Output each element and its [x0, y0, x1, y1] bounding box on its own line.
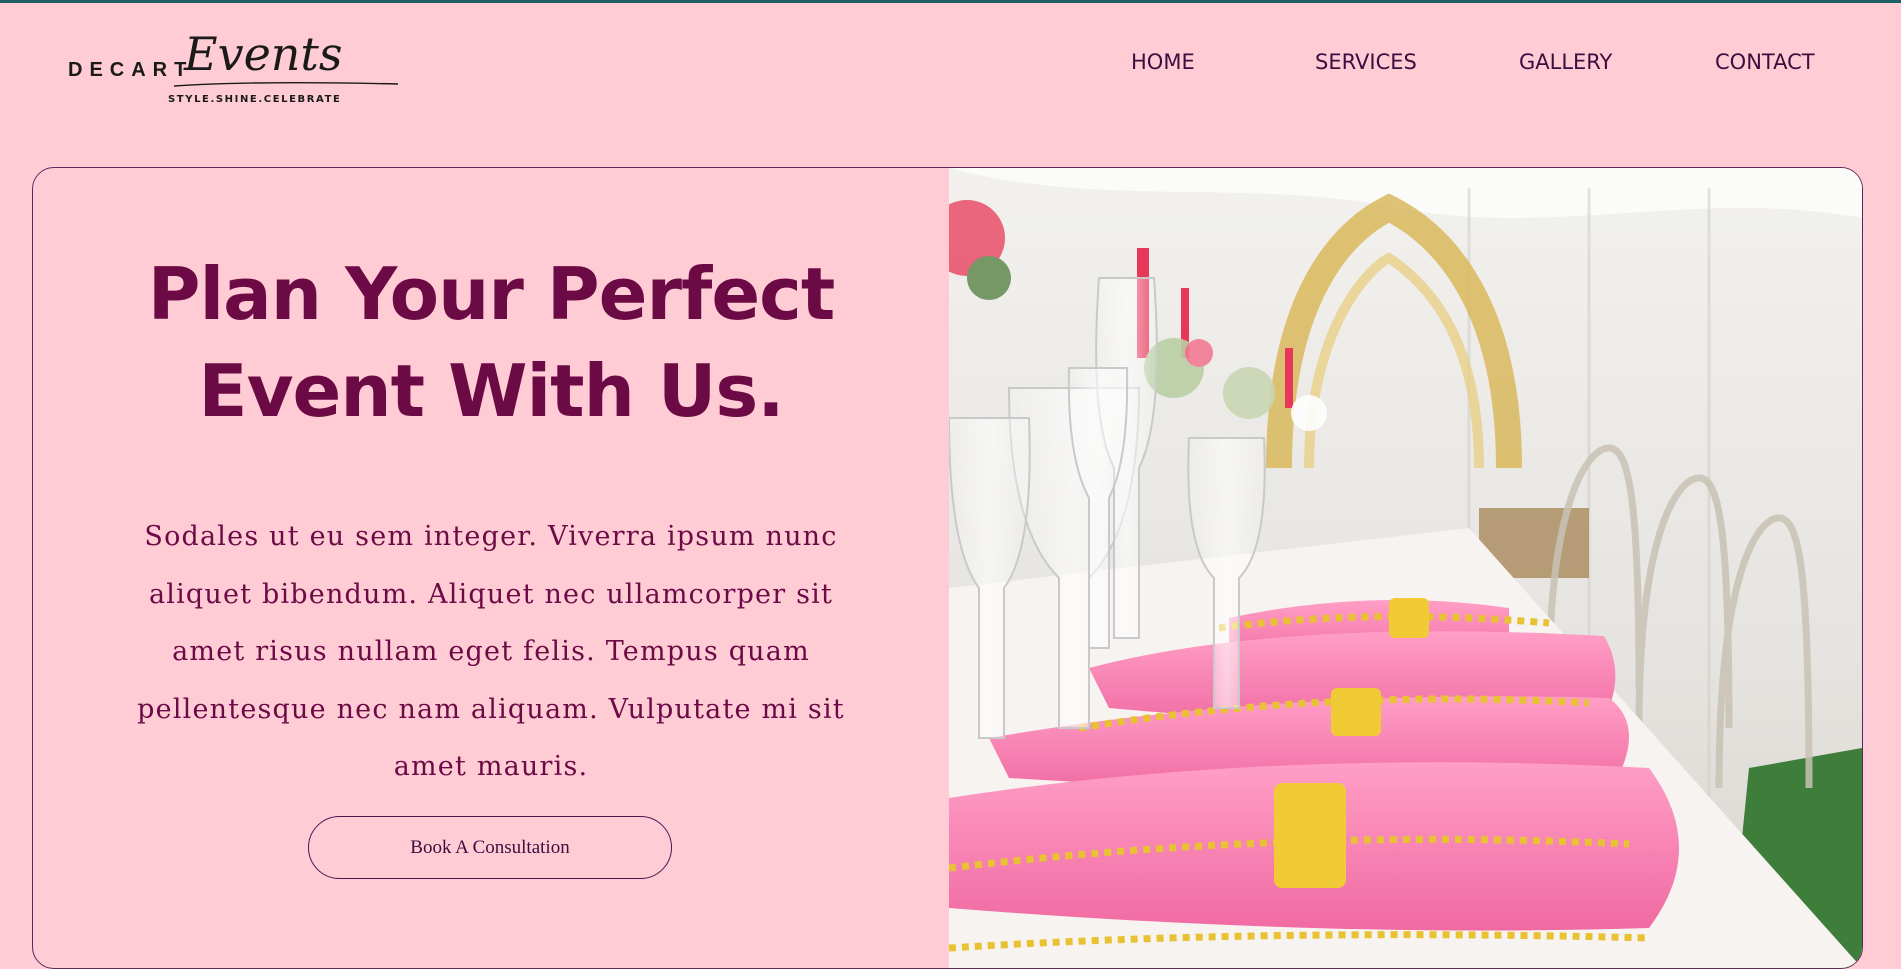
nav-contact[interactable]: CONTACT	[1715, 50, 1815, 74]
hero-title-line1: Plan Your Perfect	[147, 252, 836, 336]
book-consultation-button[interactable]: Book A Consultation	[308, 816, 672, 879]
nav-gallery[interactable]: GALLERY	[1519, 50, 1612, 74]
hero-content: Plan Your Perfect Event With Us. Sodales…	[33, 168, 949, 968]
decart-events-logo[interactable]: DECART Events STYLE.SHINE.CELEBRATE	[64, 22, 399, 112]
nav-home[interactable]: HOME	[1131, 50, 1195, 74]
nav-services[interactable]: SERVICES	[1315, 50, 1417, 74]
hero-title-line2: Event With Us.	[198, 349, 784, 433]
hero-description: Sodales ut eu sem integer. Viverra ipsum…	[137, 521, 845, 782]
top-accent-bar	[0, 0, 1901, 3]
logo-tagline: STYLE.SHINE.CELEBRATE	[168, 94, 342, 105]
hero-title: Plan Your Perfect Event With Us.	[33, 246, 949, 440]
logo-script-events: Events	[174, 27, 399, 87]
banquet-table-photo	[949, 168, 1862, 968]
svg-text:Events: Events	[183, 27, 343, 81]
hero-card: Plan Your Perfect Event With Us. Sodales…	[32, 167, 1863, 969]
